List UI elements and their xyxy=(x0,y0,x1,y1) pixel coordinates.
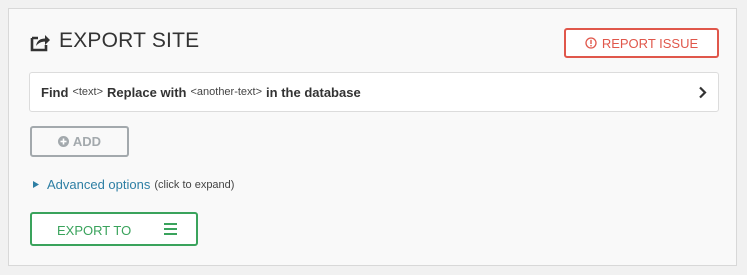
exclamation-circle-icon xyxy=(585,37,597,49)
replace-placeholder: <another-text> xyxy=(190,86,263,98)
advanced-options-toggle[interactable]: Advanced options (click to expand) xyxy=(33,177,234,192)
plus-circle-icon xyxy=(57,136,69,147)
report-issue-label: REPORT ISSUE xyxy=(601,35,699,51)
hamburger-menu-icon[interactable] xyxy=(164,222,177,236)
report-issue-button[interactable]: REPORT ISSUE xyxy=(564,28,719,58)
replace-label: Replace with xyxy=(107,84,187,100)
caret-right-icon xyxy=(33,181,39,188)
database-suffix: in the database xyxy=(266,84,361,100)
find-replace-row[interactable]: Find <text> Replace with <another-text> … xyxy=(29,72,719,112)
chevron-right-icon[interactable] xyxy=(698,86,707,99)
export-site-panel: EXPORT SITE REPORT ISSUE Find <text> Rep… xyxy=(8,8,737,266)
export-to-button[interactable]: EXPORT TO xyxy=(30,212,198,246)
export-share-icon xyxy=(30,35,50,52)
add-label: ADD xyxy=(72,134,102,149)
find-label: Find xyxy=(41,84,69,100)
find-placeholder: <text> xyxy=(72,86,104,98)
page-title: EXPORT SITE xyxy=(59,29,200,52)
add-button[interactable]: ADD xyxy=(30,126,129,157)
export-to-label: EXPORT TO xyxy=(57,223,132,238)
advanced-options-hint: (click to expand) xyxy=(154,178,235,191)
advanced-options-link[interactable]: Advanced options xyxy=(47,177,150,192)
